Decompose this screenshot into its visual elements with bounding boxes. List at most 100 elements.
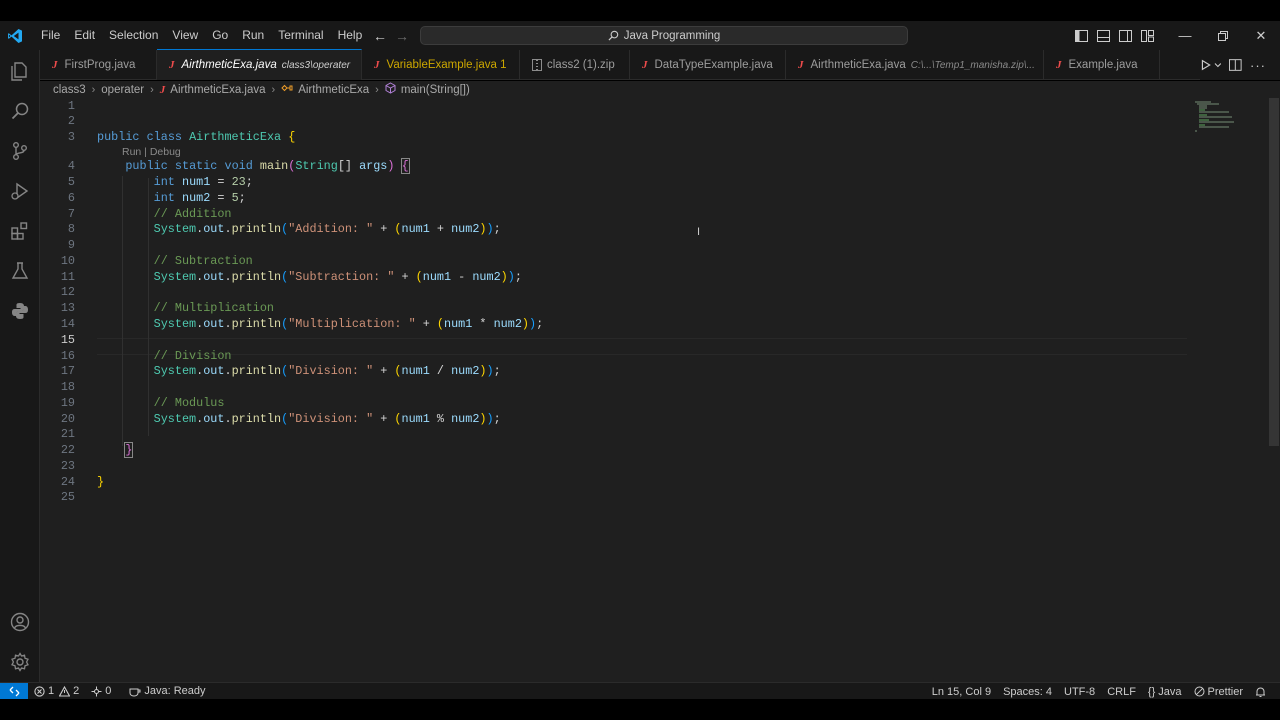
title-bar: File Edit Selection View Go Run Terminal… xyxy=(0,21,1280,50)
line-number: 2 xyxy=(67,114,75,128)
breadcrumb-method[interactable]: main(String[]) xyxy=(401,84,470,96)
split-editor-icon[interactable] xyxy=(1229,59,1242,71)
source-control-icon[interactable] xyxy=(0,131,40,171)
code-line: 10 // Subtraction xyxy=(40,253,1190,269)
code-line: 5 int num1 = 23; xyxy=(40,174,1190,190)
forward-arrow-icon[interactable]: → xyxy=(394,28,410,44)
breadcrumb-class[interactable]: AirthmeticExa xyxy=(298,84,369,96)
tab-description: C:\...\Temp1_manisha.zip\... xyxy=(910,59,1035,71)
language-label: Java xyxy=(1158,685,1182,698)
tab-label: FirstProg.java xyxy=(64,59,136,71)
zip-file-icon xyxy=(532,59,542,71)
tab-airthmeticexa-zip[interactable]: J AirthmeticExa.java C:\...\Temp1_manish… xyxy=(786,50,1044,80)
menu-help[interactable]: Help xyxy=(331,21,370,50)
tab-airthmeticexa-active[interactable]: J AirthmeticExa.java class3\operater ✕ xyxy=(157,49,362,80)
tab-class2-zip[interactable]: class2 (1).zip xyxy=(520,50,630,80)
code-text: } xyxy=(97,475,105,489)
menu-terminal[interactable]: Terminal xyxy=(271,21,330,50)
menu-run[interactable]: Run xyxy=(235,21,271,50)
problems-indicator[interactable]: 1 2 xyxy=(28,685,85,697)
settings-gear-icon[interactable] xyxy=(0,642,40,682)
tab-label: AirthmeticExa.java xyxy=(810,59,906,71)
chevron-right-icon: › xyxy=(375,83,379,96)
extensions-icon[interactable] xyxy=(0,211,40,251)
search-activity-icon[interactable] xyxy=(0,91,40,131)
status-bar-right: Ln 15, Col 9 Spaces: 4 UTF-8 CRLF {} Jav… xyxy=(926,683,1272,700)
more-actions-icon[interactable]: ··· xyxy=(1250,58,1266,73)
tab-firstprog[interactable]: J FirstProg.java xyxy=(40,50,157,80)
letterbox-bottom xyxy=(0,699,1280,720)
code-text: int num1 = 23; xyxy=(153,175,253,189)
restore-icon[interactable] xyxy=(1204,21,1242,50)
command-center-search[interactable]: Java Programming xyxy=(420,26,908,45)
tab-datatypeexample[interactable]: J DataTypeExample.java xyxy=(630,50,786,80)
notifications-bell-icon[interactable] xyxy=(1249,686,1272,698)
line-number: 4 xyxy=(67,159,75,173)
line-number: 10 xyxy=(60,254,75,268)
editor-actions: ··· xyxy=(1200,50,1280,80)
line-number: 12 xyxy=(60,285,75,299)
menu-view[interactable]: View xyxy=(165,21,205,50)
accounts-icon[interactable] xyxy=(0,602,40,642)
encoding[interactable]: UTF-8 xyxy=(1058,686,1101,698)
tab-variableexample[interactable]: J VariableExample.java 1 xyxy=(362,50,520,80)
line-ending[interactable]: CRLF xyxy=(1101,686,1142,698)
java-status[interactable]: Java: Ready xyxy=(123,685,211,697)
python-icon[interactable] xyxy=(0,291,40,331)
line-number: 13 xyxy=(60,301,75,315)
code-line: 24} xyxy=(40,474,1190,490)
ports-icon xyxy=(91,686,102,696)
ports-indicator[interactable]: 0 xyxy=(85,685,117,697)
java-file-icon: J xyxy=(642,59,648,71)
line-number: 8 xyxy=(67,222,75,236)
run-debug-icon[interactable] xyxy=(0,171,40,211)
scrollbar-thumb[interactable] xyxy=(1269,98,1279,446)
code-text: public class AirthmeticExa { xyxy=(97,130,296,144)
tab-example[interactable]: J Example.java xyxy=(1044,50,1160,80)
code-line: 14 System.out.println("Multiplication: "… xyxy=(40,316,1190,332)
indentation[interactable]: Spaces: 4 xyxy=(997,686,1058,698)
line-number: 9 xyxy=(67,238,75,252)
customize-layout-icon[interactable] xyxy=(1136,21,1158,50)
line-number: 23 xyxy=(60,459,75,473)
toggle-panel-icon[interactable] xyxy=(1092,21,1114,50)
back-arrow-icon[interactable]: ← xyxy=(372,28,388,44)
tab-label: DataTypeExample.java xyxy=(654,59,773,71)
line-number: 16 xyxy=(60,349,75,363)
breadcrumb-file[interactable]: AirthmeticExa.java xyxy=(170,84,265,96)
line-number: 1 xyxy=(67,99,75,113)
breadcrumb-folder-class3[interactable]: class3 xyxy=(53,84,86,96)
line-number: 3 xyxy=(67,130,75,144)
code-line: 7 // Addition xyxy=(40,206,1190,222)
cursor-position[interactable]: Ln 15, Col 9 xyxy=(926,686,997,698)
vscode-logo-icon xyxy=(0,21,30,50)
toggle-sidebar-icon[interactable] xyxy=(1070,21,1092,50)
prettier-status[interactable]: Prettier xyxy=(1188,686,1249,698)
letterbox-top xyxy=(0,0,1280,21)
line-number: 18 xyxy=(60,380,75,394)
run-java-icon[interactable] xyxy=(1200,59,1212,71)
toggle-secondary-sidebar-icon[interactable] xyxy=(1114,21,1136,50)
code-text: System.out.println("Multiplication: " + … xyxy=(153,317,544,331)
code-editor[interactable]: Run | Debug 1 2 3 public class Airthmetic… xyxy=(40,98,1280,682)
close-window-icon[interactable]: ✕ xyxy=(1242,21,1280,50)
minimize-icon[interactable]: — xyxy=(1166,21,1204,50)
menu-file[interactable]: File xyxy=(34,21,67,50)
line-number: 19 xyxy=(60,396,75,410)
language-mode[interactable]: {} Java xyxy=(1142,686,1188,698)
code-line: 12 xyxy=(40,284,1190,300)
menu-go[interactable]: Go xyxy=(205,21,235,50)
menu-edit[interactable]: Edit xyxy=(67,21,102,50)
run-dropdown-chevron-icon[interactable] xyxy=(1214,61,1222,69)
command-center-label: Java Programming xyxy=(623,29,721,42)
tab-description: class3\operater xyxy=(281,59,351,71)
breadcrumb-folder-operater[interactable]: operater xyxy=(101,84,144,96)
explorer-icon[interactable] xyxy=(0,51,40,91)
code-text: int num2 = 5; xyxy=(153,191,246,205)
minimap[interactable] xyxy=(1193,98,1241,138)
menu-selection[interactable]: Selection xyxy=(102,21,165,50)
search-icon xyxy=(608,30,619,41)
warning-icon xyxy=(59,685,71,697)
testing-flask-icon[interactable] xyxy=(0,251,40,291)
remote-indicator-icon[interactable] xyxy=(0,682,28,700)
